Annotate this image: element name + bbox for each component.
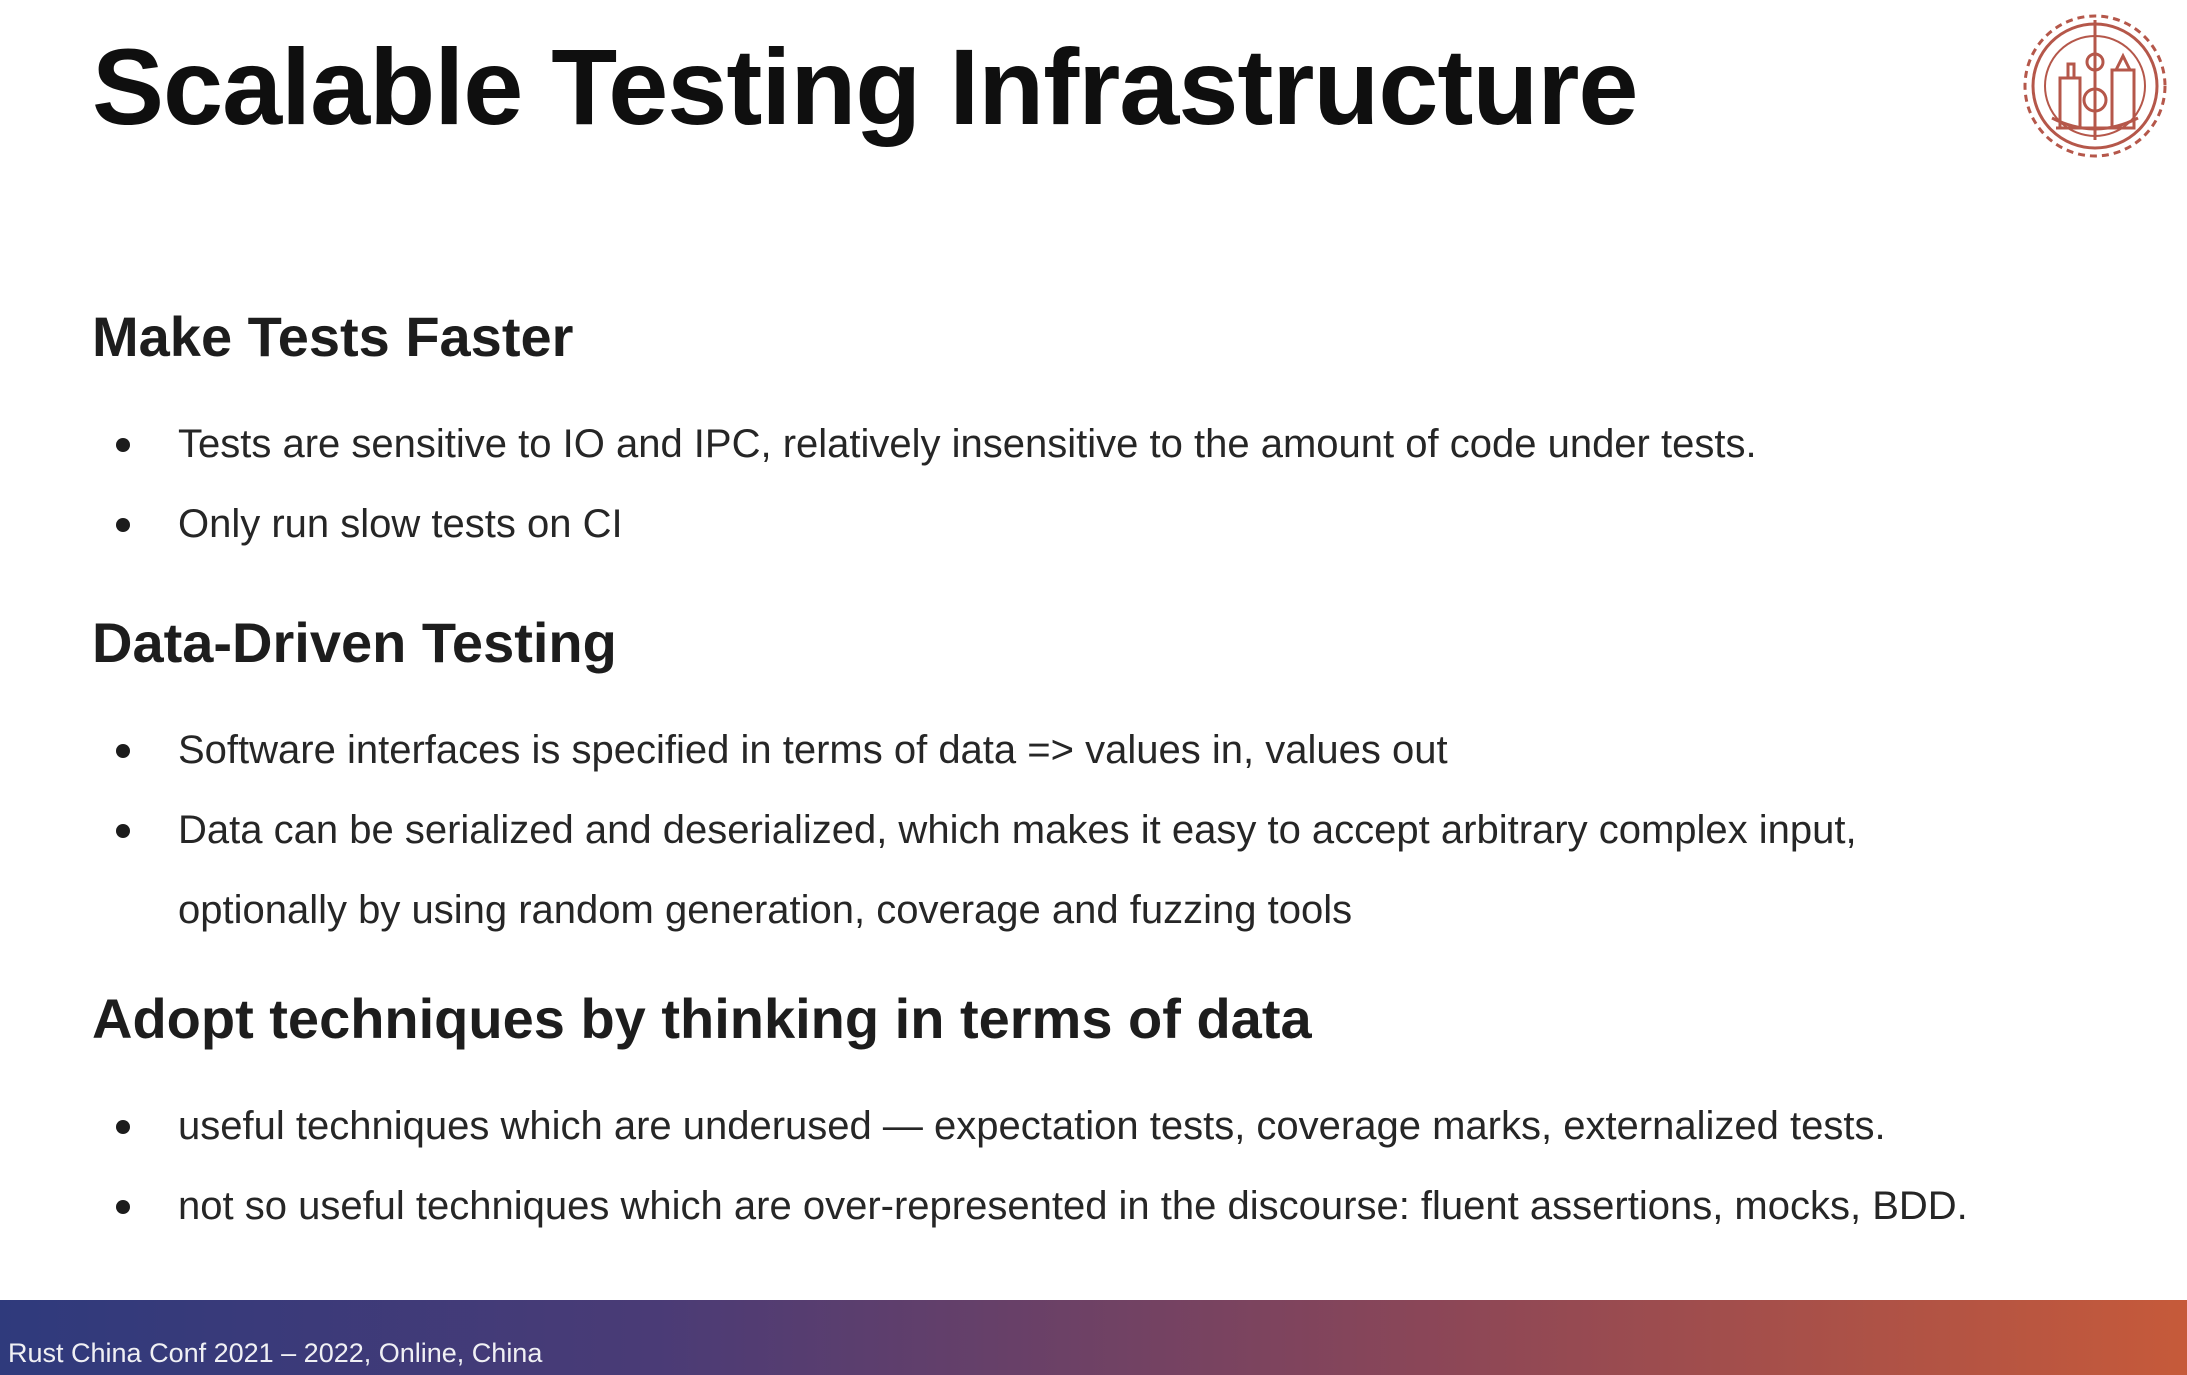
list-item: Software interfaces is specified in term… [92,710,2092,790]
section-heading: Make Tests Faster [92,305,574,368]
list-item-text: Software interfaces is specified in term… [178,727,1448,772]
slide-title: Scalable Testing Infrastructure [92,26,1638,147]
bullet-icon [116,1199,130,1214]
bullet-icon [116,743,130,758]
list-item: Data can be serialized and deserialized,… [92,790,1858,950]
list-item-text: not so useful techniques which are over-… [178,1183,1968,1228]
list-item-text: Tests are sensitive to IO and IPC, relat… [178,421,1757,466]
bullet-icon [116,437,130,452]
list-item: useful techniques which are underused — … [92,1086,2092,1166]
slide: Scalable Testing Infrastructure Make Tes… [0,0,2187,1375]
list-item-text: useful techniques which are underused — … [178,1103,1886,1148]
footer-text: Rust China Conf 2021 – 2022, Online, Chi… [8,1338,543,1368]
bullet-list: Software interfaces is specified in term… [92,710,2092,950]
list-item: Only run slow tests on CI [92,484,2092,564]
bullet-icon [116,1119,130,1134]
section-make-tests-faster: Make Tests Faster Tests are sensitive to… [92,306,2092,564]
section-data-driven-testing: Data-Driven Testing Software interfaces … [92,612,2092,950]
bullet-list: useful techniques which are underused — … [92,1086,2092,1246]
section-heading: Data-Driven Testing [92,611,617,674]
list-item: Tests are sensitive to IO and IPC, relat… [92,404,2092,484]
bullet-icon [116,823,130,838]
bullet-icon [116,517,130,532]
list-item: not so useful techniques which are over-… [92,1166,2092,1246]
section-heading: Adopt techniques by thinking in terms of… [92,987,1312,1050]
bullet-list: Tests are sensitive to IO and IPC, relat… [92,404,2092,564]
footer-bar: Rust China Conf 2021 – 2022, Online, Chi… [0,1300,2187,1375]
section-adopt-techniques: Adopt techniques by thinking in terms of… [92,988,2092,1246]
list-item-text: Only run slow tests on CI [178,501,623,546]
conference-gear-skyline-logo-icon [2023,14,2167,158]
list-item-text: Data can be serialized and deserialized,… [178,807,1857,932]
